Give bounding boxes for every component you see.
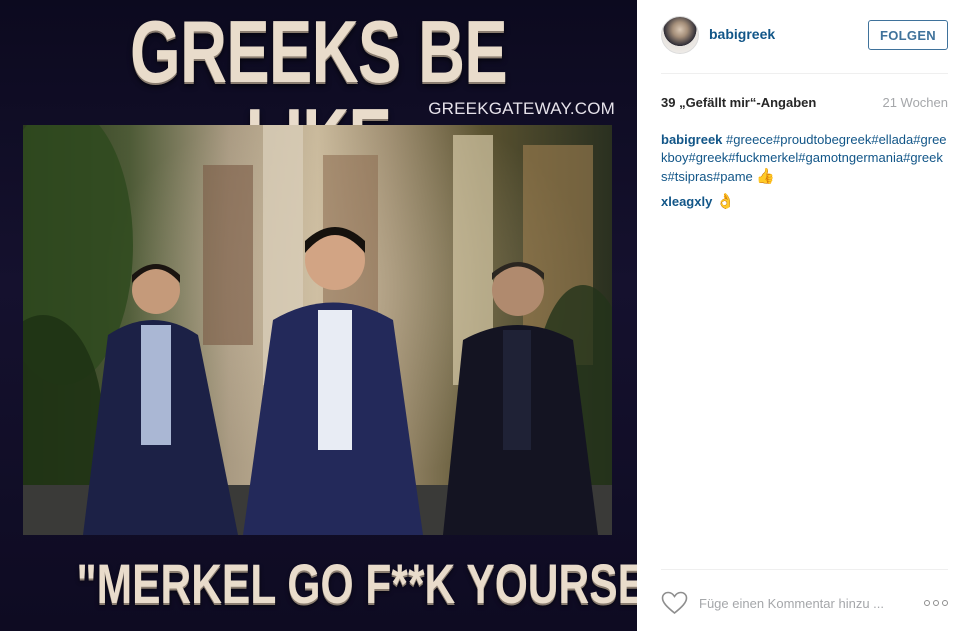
thumbs-up-icon: 👍: [756, 167, 776, 185]
avatar[interactable]: [661, 16, 699, 54]
post-header: babigreek FOLGEN: [661, 14, 948, 56]
hashtag-link[interactable]: #greece: [726, 132, 773, 147]
comment-item: xleagxly 👌: [661, 192, 948, 211]
comment-input[interactable]: [699, 592, 911, 614]
post-sidebar: babigreek FOLGEN 39 „Gefällt mir“-Angabe…: [637, 0, 969, 631]
post-image[interactable]: GREEKS BE LIKE GREEKGATEWAY.COM: [0, 0, 637, 631]
hashtag-link[interactable]: #proudtobegreek: [773, 132, 871, 147]
hashtag-link[interactable]: #gamotngermania: [798, 150, 903, 165]
likes-row: 39 „Gefällt mir“-Angaben 21 Wochen: [661, 95, 948, 113]
more-options-icon[interactable]: [924, 596, 948, 610]
photo-scene: [23, 125, 612, 535]
watermark: GREEKGATEWAY.COM: [428, 99, 615, 118]
hashtag-link[interactable]: #fuckmerkel: [728, 150, 798, 165]
post-photo: [23, 125, 612, 535]
footer-divider: [661, 569, 948, 570]
likes-count[interactable]: 39 „Gefällt mir“-Angaben: [661, 95, 816, 110]
post-age[interactable]: 21 Wochen: [882, 95, 948, 110]
comment-bar: [661, 588, 948, 618]
comment-item: babigreek #greece#proudtobegreek#ellada #…: [661, 131, 948, 186]
hashtag-link[interactable]: #ellada: [871, 132, 913, 147]
header-divider: [661, 73, 948, 74]
hashtag-link[interactable]: #tsipras: [668, 169, 714, 184]
heart-icon[interactable]: [661, 591, 688, 615]
comment-username[interactable]: xleagxly: [661, 194, 712, 209]
meme-bottom-text: "MERKEL GO F**K YOURSELF": [76, 552, 637, 615]
post-author-username[interactable]: babigreek: [709, 26, 775, 42]
ok-hand-icon: 👌: [715, 192, 735, 210]
comment-username[interactable]: babigreek: [661, 132, 722, 147]
comments-list: babigreek #greece#proudtobegreek#ellada #…: [661, 131, 948, 217]
hashtag-link[interactable]: #pame: [713, 169, 753, 184]
hashtag-link[interactable]: #greek: [688, 150, 728, 165]
follow-button[interactable]: FOLGEN: [868, 20, 948, 50]
